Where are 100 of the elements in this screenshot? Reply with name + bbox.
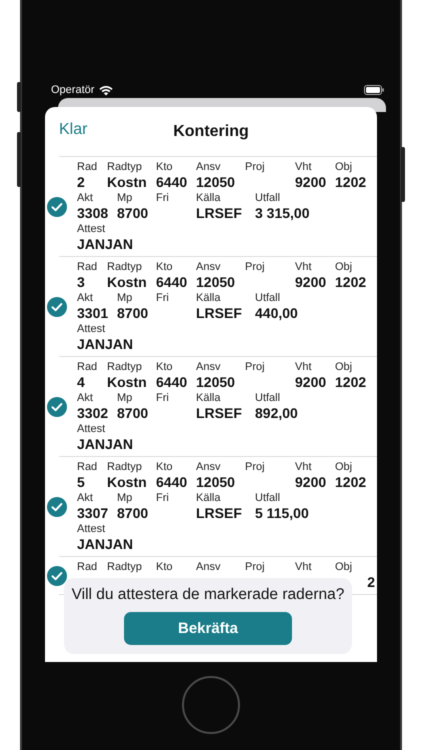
confirm-question: Vill du attestera de markerade raderna? bbox=[72, 586, 344, 604]
field-value: 2 bbox=[367, 574, 375, 591]
field-value: 5 115,00 bbox=[255, 505, 309, 522]
field-label: Kto bbox=[156, 360, 173, 374]
field-label: Proj bbox=[245, 160, 265, 174]
field-value: LRSEF bbox=[196, 205, 242, 222]
field-label: Fri bbox=[156, 191, 169, 205]
field-label: Utfall bbox=[255, 291, 280, 305]
field-value: 6440 bbox=[156, 374, 188, 391]
field-value: 9200 bbox=[295, 474, 326, 491]
field-value: 3307 bbox=[77, 505, 108, 522]
field-value: Kostn bbox=[107, 374, 147, 391]
field-label: Vht bbox=[295, 360, 312, 374]
field-value: 3 bbox=[77, 274, 85, 291]
field-value: 1202 bbox=[335, 474, 366, 491]
field-label: Proj bbox=[245, 360, 265, 374]
confirm-button[interactable]: Bekräfta bbox=[124, 612, 292, 645]
field-label: Kto bbox=[156, 560, 173, 574]
field-label: Källa bbox=[196, 291, 220, 305]
field-label: Proj bbox=[245, 460, 265, 474]
field-value: JANJAN bbox=[77, 236, 134, 253]
field-value: 3 315,00 bbox=[255, 205, 310, 222]
checked-circle-icon[interactable] bbox=[47, 496, 67, 516]
field-label: Utfall bbox=[255, 491, 280, 505]
field-value: 1202 bbox=[335, 374, 366, 391]
field-value: 12050 bbox=[196, 274, 235, 291]
checked-circle-icon[interactable] bbox=[47, 296, 67, 316]
field-label: Ansv bbox=[196, 160, 220, 174]
field-value: Kostn bbox=[107, 174, 147, 191]
field-label: Fri bbox=[156, 391, 169, 405]
field-label: Utfall bbox=[255, 391, 280, 405]
field-label: Akt bbox=[77, 191, 93, 205]
field-label: Mp bbox=[117, 191, 132, 205]
field-label: Radtyp bbox=[107, 360, 142, 374]
field-label: Ansv bbox=[196, 360, 220, 374]
field-value: 8700 bbox=[117, 305, 148, 322]
field-label: Akt bbox=[77, 391, 93, 405]
field-label: Radtyp bbox=[107, 160, 142, 174]
field-label: Attest bbox=[77, 322, 106, 336]
field-label: Vht bbox=[295, 160, 312, 174]
field-value: Kostn bbox=[107, 474, 147, 491]
field-value: 12050 bbox=[196, 374, 235, 391]
field-value: 6440 bbox=[156, 274, 188, 291]
field-label: Kto bbox=[156, 460, 173, 474]
field-value: LRSEF bbox=[196, 505, 242, 522]
field-value: 2 bbox=[77, 174, 85, 191]
wifi-icon bbox=[99, 84, 114, 96]
field-value: 8700 bbox=[117, 505, 148, 522]
field-value: 892,00 bbox=[255, 405, 298, 422]
field-value: 8700 bbox=[117, 205, 148, 222]
field-label: Mp bbox=[117, 391, 132, 405]
field-value: 12050 bbox=[196, 474, 235, 491]
field-label: Obj bbox=[335, 560, 352, 574]
field-value: LRSEF bbox=[196, 305, 242, 322]
field-label: Kto bbox=[156, 260, 173, 274]
field-value: 4 bbox=[77, 374, 85, 391]
field-value: 6440 bbox=[156, 474, 188, 491]
field-value: JANJAN bbox=[77, 436, 134, 453]
field-value: 5 bbox=[77, 474, 85, 491]
carrier-name: Operatör bbox=[51, 84, 94, 96]
field-label: Akt bbox=[77, 291, 93, 305]
field-label: Källa bbox=[196, 191, 220, 205]
field-label: Attest bbox=[77, 222, 106, 236]
field-value: 9200 bbox=[295, 374, 326, 391]
field-label: Attest bbox=[77, 522, 106, 536]
battery-icon bbox=[364, 85, 384, 95]
field-label: Vht bbox=[295, 260, 312, 274]
field-label: Rad bbox=[77, 460, 98, 474]
field-label: Obj bbox=[335, 160, 352, 174]
field-label: Vht bbox=[295, 560, 312, 574]
done-button[interactable]: Klar bbox=[59, 121, 88, 139]
field-label: Källa bbox=[196, 391, 220, 405]
field-label: Fri bbox=[156, 491, 169, 505]
field-label: Proj bbox=[245, 560, 265, 574]
field-value: 12050 bbox=[196, 174, 235, 191]
field-label: Källa bbox=[196, 491, 220, 505]
field-value: 6440 bbox=[156, 174, 188, 191]
field-label: Utfall bbox=[255, 191, 280, 205]
field-label: Ansv bbox=[196, 460, 220, 474]
checked-circle-icon[interactable] bbox=[47, 396, 67, 416]
field-label: Mp bbox=[117, 291, 132, 305]
field-label: Radtyp bbox=[107, 560, 142, 574]
checked-circle-icon[interactable] bbox=[47, 196, 67, 216]
field-label: Obj bbox=[335, 260, 352, 274]
field-label: Radtyp bbox=[107, 460, 142, 474]
field-value: 9200 bbox=[295, 174, 326, 191]
field-value: 3301 bbox=[77, 305, 108, 322]
field-label: Proj bbox=[245, 260, 265, 274]
field-label: Akt bbox=[77, 491, 93, 505]
field-label: Rad bbox=[77, 360, 98, 374]
field-value: JANJAN bbox=[77, 536, 134, 553]
field-value: 9200 bbox=[295, 274, 326, 291]
field-label: Vht bbox=[295, 460, 312, 474]
field-value: LRSEF bbox=[196, 405, 242, 422]
field-value: Kostn bbox=[107, 274, 147, 291]
field-label: Attest bbox=[77, 422, 106, 436]
field-value: JANJAN bbox=[77, 336, 134, 353]
checked-circle-icon[interactable] bbox=[47, 566, 67, 586]
field-value: 8700 bbox=[117, 405, 148, 422]
sheet-title: Kontering bbox=[173, 122, 249, 140]
